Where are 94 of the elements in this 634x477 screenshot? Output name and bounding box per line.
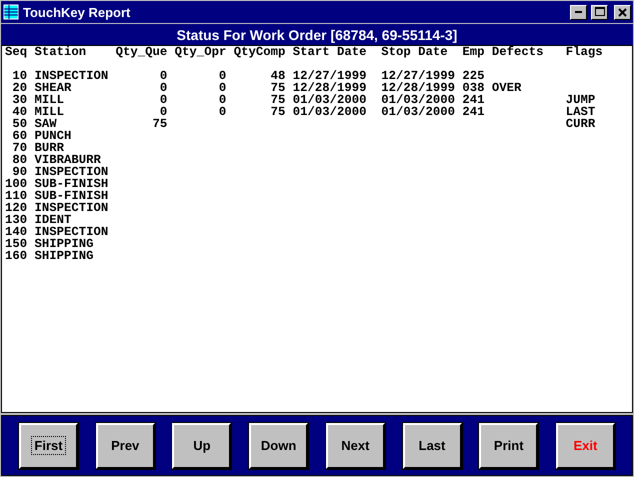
column-header: Defects	[492, 46, 545, 58]
seq-cell-text: 40	[11, 106, 28, 118]
nav-button[interactable]: Print	[479, 422, 538, 468]
date-cell-text: 01/03/2000	[292, 94, 368, 106]
focus-outline: Print	[492, 437, 525, 455]
station-cell-text: MILL	[34, 94, 66, 106]
focus-outline: First	[31, 436, 66, 455]
station-cell-text: VIBRABURR	[34, 154, 101, 166]
station-cell: INSPECTION	[34, 226, 108, 238]
seq-cell: 150	[5, 238, 28, 250]
column-header: Qty_Opr	[174, 46, 226, 58]
station-cell: SUB-FINISH	[34, 178, 108, 190]
station-cell-text: MILL	[34, 106, 66, 118]
focus-outline: Next	[340, 437, 370, 455]
defects-cell-text: OVER	[492, 82, 522, 94]
maximize-icon	[594, 7, 604, 17]
qty-cell-text: 0	[158, 94, 168, 106]
station-cell: SUB-FINISH	[34, 190, 108, 202]
minimize-button[interactable]	[570, 4, 587, 20]
qty-cell-text: 0	[160, 106, 168, 118]
qty-cell-text: 75	[270, 94, 286, 106]
column-header: Stop Date	[381, 46, 449, 58]
station-cell-text: SHEAR	[34, 82, 72, 94]
nav-button[interactable]: Prev	[96, 422, 155, 468]
station-cell-text: IDENT	[34, 214, 72, 226]
focus-outline: Last	[418, 437, 446, 455]
station-cell-text: BURR	[34, 142, 64, 154]
date-cell-text: 12/27/1999	[292, 70, 368, 82]
station-cell-text: PUNCH	[34, 130, 72, 142]
column-header: Station	[34, 46, 88, 58]
seq-cell-text: 60	[11, 130, 28, 142]
qty-cell-text: 0	[218, 70, 226, 82]
date-cell: 01/03/2000	[381, 106, 456, 118]
station-cell-text: SHIPPING	[34, 250, 95, 262]
nav-button[interactable]: Last	[402, 422, 462, 468]
emp-cell: 038	[462, 82, 485, 94]
seq-cell: 110	[5, 190, 28, 202]
station-cell: INSPECTION	[34, 70, 108, 82]
minimize-icon	[575, 11, 582, 13]
column-header: Qty_Que	[116, 46, 168, 58]
column-header: Seq	[5, 46, 28, 58]
flags-cell-text: JUMP	[566, 94, 596, 106]
qty-cell-text: 75	[270, 82, 286, 94]
qty-cell-text: 48	[270, 70, 286, 82]
qty-cell-text: 0	[218, 82, 226, 94]
qty-cell-text: 0	[218, 106, 226, 118]
qty-cell-text: 0	[158, 82, 168, 94]
seq-cell-text: 90	[12, 166, 28, 178]
seq-cell: 100	[5, 178, 28, 190]
seq-cell-text: 10	[11, 70, 28, 82]
station-cell: INSPECTION	[34, 202, 108, 214]
flags-cell-text: LAST	[566, 106, 596, 118]
column-header: Emp	[462, 46, 485, 58]
nav-button[interactable]: First	[19, 422, 78, 468]
station-cell-text: SHIPPING	[34, 238, 95, 250]
qty-cell-text: 0	[218, 94, 226, 106]
close-button[interactable]	[614, 4, 631, 20]
focus-outline: Up	[192, 437, 212, 455]
focus-outline: Prev	[110, 437, 140, 455]
focus-outline: Down	[260, 437, 298, 455]
seq-cell-text: 30	[11, 94, 28, 106]
seq-cell: 130	[5, 214, 28, 226]
station-cell: INSPECTION	[34, 166, 108, 178]
focus-outline: Exit	[572, 437, 598, 455]
date-cell-text: 12/28/1999	[292, 82, 368, 94]
column-header: QtyComp	[234, 46, 286, 58]
nav-button[interactable]: Next	[326, 422, 385, 468]
emp-cell: 241	[462, 106, 485, 118]
date-cell: 01/03/2000	[381, 94, 456, 106]
seq-cell-text: 50	[11, 118, 28, 130]
station-cell-text: SAW	[34, 118, 57, 130]
flags-cell-text: CURR	[566, 118, 596, 130]
close-icon	[618, 8, 627, 16]
window-title: TouchKey Report	[23, 4, 132, 20]
seq-cell-text: 70	[11, 142, 28, 154]
seq-cell: 160	[5, 250, 28, 262]
column-header: Flags	[566, 46, 603, 58]
nav-button[interactable]: Up	[172, 422, 232, 468]
qty-cell-text: 75	[152, 118, 168, 130]
seq-cell-text: 20	[11, 82, 28, 94]
emp-cell: 225	[462, 70, 485, 82]
nav-button[interactable]: Down	[249, 422, 308, 468]
qty-cell-text: 75	[270, 106, 286, 118]
date-cell: 12/27/1999	[381, 70, 456, 82]
report-title: Status For Work Order [68784, 69-55114-3]	[176, 26, 458, 42]
qty-cell-text: 0	[158, 70, 168, 82]
emp-cell: 241	[462, 94, 485, 106]
column-header: Start Date	[292, 46, 368, 58]
seq-cell-text: 80	[11, 154, 28, 166]
maximize-button[interactable]	[591, 4, 608, 20]
date-cell: 12/28/1999	[381, 82, 456, 94]
date-cell-text: 01/03/2000	[292, 106, 368, 118]
seq-cell: 140	[5, 226, 28, 238]
seq-cell: 120	[5, 202, 28, 214]
